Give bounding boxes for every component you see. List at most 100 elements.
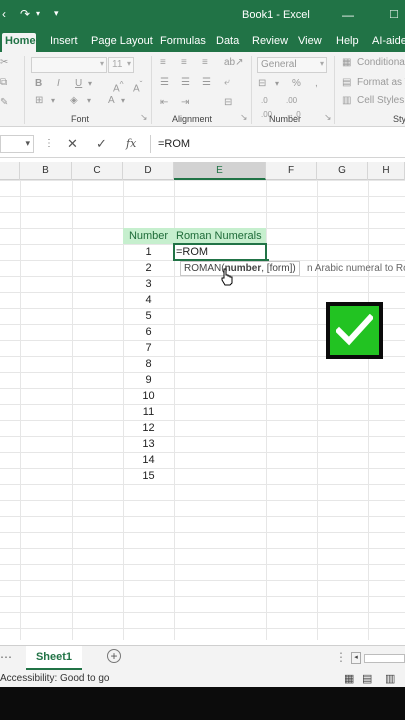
accounting-dropdown-icon[interactable]: ▾ <box>275 77 279 91</box>
tab-help[interactable]: Help <box>333 33 362 52</box>
table-row-number[interactable]: 7 <box>123 340 174 356</box>
tab-insert[interactable]: Insert <box>47 33 81 52</box>
decrease-indent-icon[interactable]: ⇤ <box>160 96 168 110</box>
align-right-icon[interactable]: ☰ <box>202 76 211 90</box>
borders-dropdown-icon[interactable]: ▾ <box>51 94 55 108</box>
tab-home[interactable]: Home <box>2 33 36 52</box>
font-color-icon[interactable]: A <box>108 94 115 108</box>
format-as-table-icon[interactable]: ▤ <box>342 76 351 90</box>
minimize-icon[interactable]: — <box>342 8 354 22</box>
percent-icon[interactable]: % <box>292 77 301 91</box>
column-header-b[interactable]: B <box>20 162 72 180</box>
cell-styles-icon[interactable]: ▥ <box>342 94 351 108</box>
tab-ai-aided[interactable]: AI-aided <box>369 33 405 52</box>
bold-icon[interactable]: B <box>35 77 42 91</box>
sheet-tab-sheet1[interactable]: Sheet1 <box>26 646 82 670</box>
save-icon[interactable]: ‹ <box>2 7 6 21</box>
align-center-icon[interactable]: ☰ <box>181 76 190 90</box>
header-cell-roman[interactable]: Roman Numerals <box>174 228 266 244</box>
table-row-number[interactable]: 13 <box>123 436 174 452</box>
table-row-number[interactable]: 5 <box>123 308 174 324</box>
fill-color-icon[interactable]: ◈ <box>70 94 78 108</box>
table-row-number[interactable]: 15 <box>123 468 174 484</box>
function-tooltip[interactable]: ROMAN(number, [form]) <box>180 261 300 276</box>
shrink-font-icon[interactable]: Aˇ <box>133 77 142 96</box>
conditional-formatting-icon[interactable]: ▦ <box>342 56 351 70</box>
accessibility-status[interactable]: Accessibility: Good to go <box>0 673 110 684</box>
insert-function-icon[interactable]: fx <box>126 137 136 150</box>
row-header-corner[interactable] <box>0 162 20 180</box>
table-row-number[interactable]: 4 <box>123 292 174 308</box>
underline-dropdown-icon[interactable]: ▾ <box>88 77 92 91</box>
tab-review[interactable]: Review <box>249 33 291 52</box>
table-row-number[interactable]: 2 <box>123 260 174 276</box>
customize-toolbar-icon[interactable]: ▾ <box>54 8 59 19</box>
horizontal-scrollbar[interactable] <box>364 654 405 663</box>
table-row-number[interactable]: 11 <box>123 404 174 420</box>
dialog-launcher-icon[interactable]: ↘ <box>140 110 148 124</box>
table-row-number[interactable]: 12 <box>123 420 174 436</box>
more-dots-icon[interactable]: ⋮ <box>44 138 54 149</box>
table-row-number[interactable]: 8 <box>123 356 174 372</box>
dialog-launcher-icon[interactable]: ↘ <box>240 110 248 124</box>
redo-icon[interactable]: ↷ <box>20 7 30 21</box>
fill-dropdown-icon[interactable]: ▾ <box>87 94 91 108</box>
column-header-e[interactable]: E <box>174 162 266 180</box>
scroll-left-button[interactable]: ◂ <box>351 652 361 664</box>
worksheet-grid[interactable]: Number Roman Numerals 1 2 3 4 5 6 7 8 9 … <box>0 180 405 640</box>
table-row-number[interactable]: 10 <box>123 388 174 404</box>
comma-style-icon[interactable]: , <box>315 77 318 91</box>
more-options-icon[interactable]: ⋮ <box>335 650 347 664</box>
tab-page-layout[interactable]: Page Layout <box>88 33 156 52</box>
borders-icon[interactable]: ⊞ <box>35 94 43 108</box>
table-row-number[interactable]: 6 <box>123 324 174 340</box>
font-color-dropdown-icon[interactable]: ▾ <box>121 94 125 108</box>
cell-styles-button[interactable]: Cell Styles <box>357 94 404 108</box>
underline-icon[interactable]: U <box>75 77 82 91</box>
enter-icon[interactable]: ✓ <box>96 136 107 152</box>
redo-dropdown-icon[interactable]: ▾ <box>36 9 40 18</box>
column-header-g[interactable]: G <box>317 162 368 180</box>
active-cell[interactable]: =ROM <box>173 243 267 261</box>
column-header-f[interactable]: F <box>266 162 317 180</box>
header-cell-number[interactable]: Number <box>123 228 174 244</box>
number-format-select[interactable]: General ▾ <box>257 57 327 73</box>
column-header-d[interactable]: D <box>123 162 174 180</box>
accounting-format-icon[interactable]: ⊟ <box>258 77 266 91</box>
copy-icon[interactable]: ⧉ <box>0 76 7 90</box>
scroll-tabs-icon[interactable]: ⋯ <box>0 650 12 664</box>
column-header-c[interactable]: C <box>72 162 123 180</box>
tab-formulas[interactable]: Formulas <box>157 33 209 52</box>
conditional-formatting-button[interactable]: Conditiona <box>357 56 405 70</box>
align-left-icon[interactable]: ☰ <box>160 76 169 90</box>
table-row-number[interactable]: 1 <box>123 244 174 260</box>
align-middle-icon[interactable]: ≡ <box>181 56 187 70</box>
dialog-launcher-icon[interactable]: ↘ <box>324 110 332 124</box>
name-box[interactable]: ▾ <box>0 135 34 153</box>
align-top-icon[interactable]: ≡ <box>160 56 166 70</box>
page-break-view-icon[interactable]: ▥ <box>385 672 395 685</box>
increase-indent-icon[interactable]: ⇥ <box>181 96 189 110</box>
orientation-icon[interactable]: ab↗ <box>224 56 244 70</box>
merge-center-icon[interactable]: ⊟ <box>224 96 232 110</box>
font-size-select[interactable]: 11 ▾ <box>108 57 134 73</box>
format-as-table-button[interactable]: Format as T <box>357 76 405 90</box>
table-row-number[interactable]: 14 <box>123 452 174 468</box>
tab-view[interactable]: View <box>295 33 325 52</box>
cancel-icon[interactable]: ✕ <box>67 136 78 152</box>
italic-icon[interactable]: I <box>57 77 60 91</box>
format-painter-icon[interactable]: ✎ <box>0 96 8 110</box>
page-layout-view-icon[interactable]: ▤ <box>362 672 372 685</box>
formula-input[interactable]: =ROM <box>158 138 190 150</box>
normal-view-icon[interactable]: ▦ <box>344 672 354 685</box>
tab-data[interactable]: Data <box>213 33 242 52</box>
cut-icon[interactable]: ✂ <box>0 56 8 70</box>
font-name-select[interactable]: ▾ <box>31 57 107 73</box>
column-header-h[interactable]: H <box>368 162 405 180</box>
table-row-number[interactable]: 3 <box>123 276 174 292</box>
restore-icon[interactable]: □ <box>390 6 398 21</box>
wrap-text-icon[interactable]: ⤶ <box>224 76 230 90</box>
align-bottom-icon[interactable]: ≡ <box>202 56 208 70</box>
table-row-number[interactable]: 9 <box>123 372 174 388</box>
add-sheet-icon[interactable]: + <box>107 649 121 663</box>
